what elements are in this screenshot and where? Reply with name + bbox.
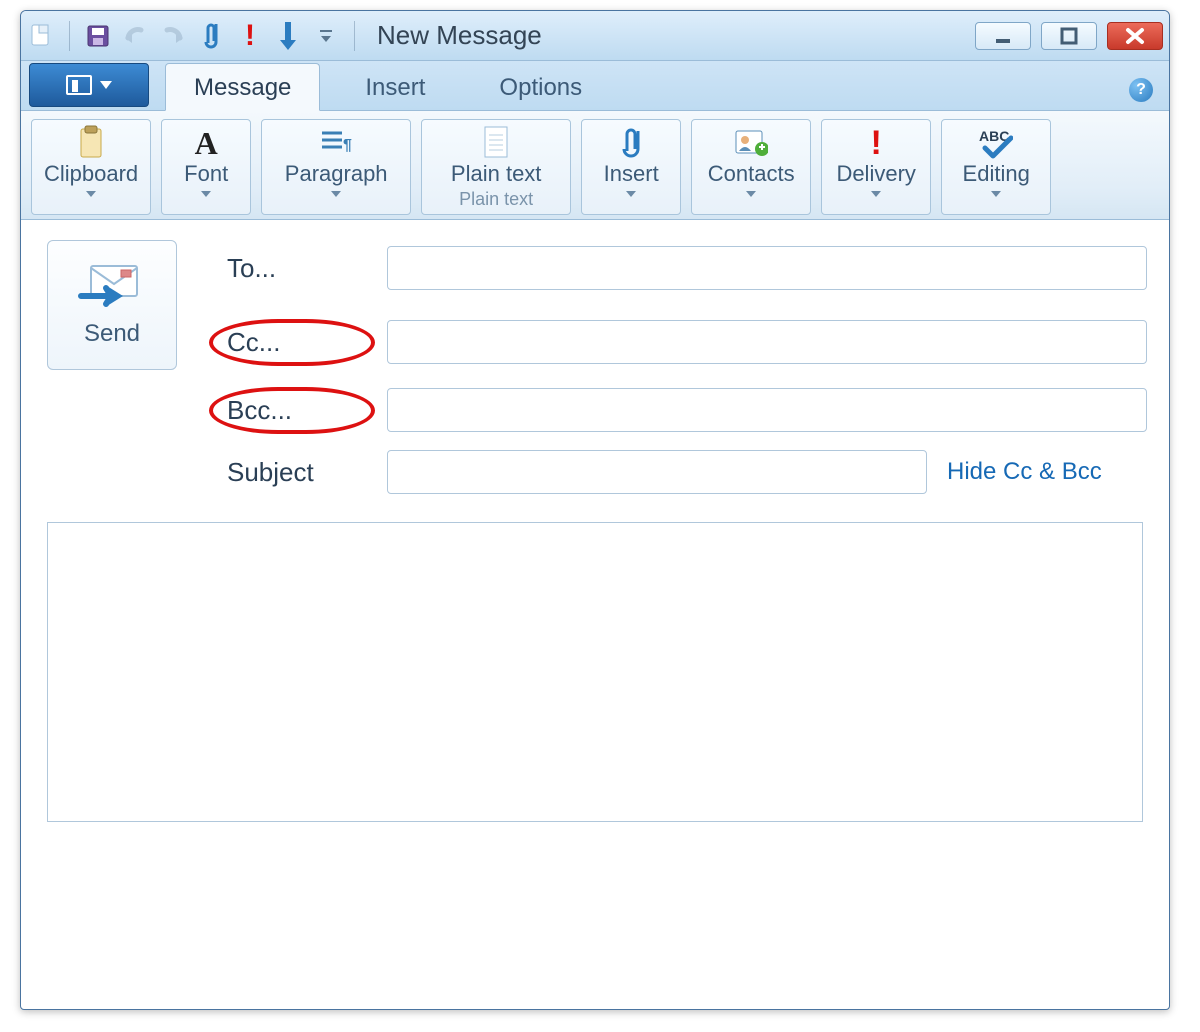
spellcheck-icon: ABC — [979, 126, 1013, 160]
contacts-button[interactable]: Contacts — [704, 126, 799, 200]
font-button[interactable]: A Font — [180, 126, 232, 200]
send-icon — [77, 262, 147, 312]
attach-icon[interactable] — [198, 22, 226, 50]
app-menu-button[interactable] — [29, 63, 149, 107]
ribbon-group-clipboard: Clipboard — [31, 119, 151, 215]
clipboard-label: Clipboard — [44, 162, 138, 200]
insert-label: Insert — [604, 162, 659, 200]
ribbon-tabs: Message Insert Options ? — [21, 61, 1169, 111]
bcc-label[interactable]: Bcc... — [217, 393, 367, 428]
send-label: Send — [84, 320, 140, 348]
minimize-button[interactable] — [975, 22, 1031, 50]
quick-access-toolbar: ! — [27, 21, 359, 51]
font-icon: A — [189, 126, 223, 160]
send-button[interactable]: Send — [47, 240, 177, 370]
svg-text:¶: ¶ — [343, 137, 352, 154]
editing-label: Editing — [963, 162, 1030, 200]
contacts-icon — [734, 126, 768, 160]
paperclip-icon — [614, 126, 648, 160]
close-button[interactable] — [1107, 22, 1163, 50]
ribbon-group-font: A Font — [161, 119, 251, 215]
clipboard-button[interactable]: Clipboard — [40, 126, 142, 200]
bcc-input[interactable] — [387, 388, 1147, 432]
cc-input[interactable] — [387, 320, 1147, 364]
maximize-button[interactable] — [1041, 22, 1097, 50]
cc-label-text: Cc... — [227, 327, 280, 357]
insert-button[interactable]: Insert — [600, 126, 663, 200]
new-document-icon[interactable] — [27, 22, 55, 50]
subject-label: Subject — [217, 455, 367, 490]
ribbon-group-insert: Insert — [581, 119, 681, 215]
page-icon — [479, 126, 513, 160]
ribbon-group-contacts: Contacts — [691, 119, 811, 215]
hide-cc-bcc-link[interactable]: Hide Cc & Bcc — [947, 458, 1102, 486]
help-icon[interactable]: ? — [1129, 78, 1153, 102]
to-label[interactable]: To... — [217, 251, 367, 286]
font-label: Font — [184, 162, 228, 200]
contacts-label: Contacts — [708, 162, 795, 200]
tab-options[interactable]: Options — [470, 63, 611, 110]
separator — [69, 21, 70, 51]
titlebar: ! New Message — [21, 11, 1169, 61]
save-icon[interactable] — [84, 22, 112, 50]
window-controls — [975, 22, 1163, 50]
new-message-window: ! New Message Message Insert Options ? — [20, 10, 1170, 1010]
undo-icon[interactable] — [122, 22, 150, 50]
delivery-button[interactable]: ! Delivery — [832, 126, 919, 200]
ribbon-group-paragraph: ¶ Paragraph — [261, 119, 411, 215]
plaintext-label: Plain text — [451, 162, 542, 185]
paragraph-label: Paragraph — [285, 162, 388, 200]
ribbon-group-editing: ABC Editing — [941, 119, 1051, 215]
cc-label[interactable]: Cc... — [217, 325, 367, 360]
message-body[interactable] — [47, 522, 1143, 822]
exclamation-icon: ! — [859, 126, 893, 160]
ribbon-group-plaintext: Plain text Plain text — [421, 119, 571, 215]
compose-area: Send To... Cc... Bcc... Subject Hide Cc … — [21, 220, 1169, 822]
plaintext-group-caption: Plain text — [459, 185, 533, 210]
to-input[interactable] — [387, 246, 1147, 290]
clipboard-icon — [74, 126, 108, 160]
delivery-label: Delivery — [836, 162, 915, 200]
ribbon: Clipboard A Font ¶ Paragraph Plain t — [21, 111, 1169, 220]
bcc-label-text: Bcc... — [227, 395, 292, 425]
high-importance-icon[interactable]: ! — [236, 22, 264, 50]
chevron-down-icon — [100, 81, 112, 89]
tab-message[interactable]: Message — [165, 63, 320, 111]
ribbon-group-delivery: ! Delivery — [821, 119, 931, 215]
separator — [354, 21, 355, 51]
plaintext-button[interactable]: Plain text — [447, 126, 546, 185]
paragraph-icon: ¶ — [319, 126, 353, 160]
redo-icon[interactable] — [160, 22, 188, 50]
subject-input[interactable] — [387, 450, 927, 494]
low-importance-icon[interactable] — [274, 22, 302, 50]
paragraph-button[interactable]: ¶ Paragraph — [281, 126, 392, 200]
editing-button[interactable]: ABC Editing — [959, 126, 1034, 200]
qat-customize-icon[interactable] — [312, 22, 340, 50]
app-menu-icon — [66, 75, 92, 95]
window-title: New Message — [377, 20, 542, 51]
tab-insert[interactable]: Insert — [336, 63, 454, 110]
